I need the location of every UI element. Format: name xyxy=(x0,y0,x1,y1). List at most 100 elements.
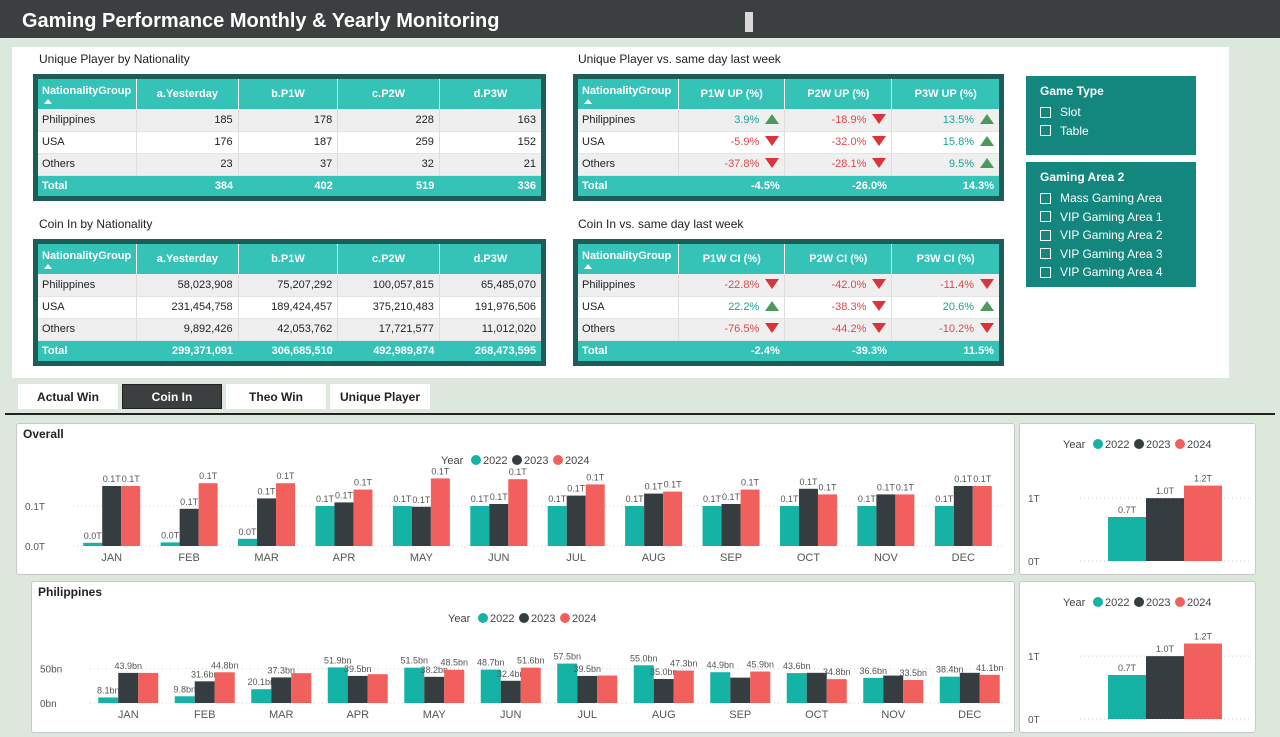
bar-2022[interactable] xyxy=(98,697,119,703)
bar-2023[interactable] xyxy=(1146,498,1184,561)
bar-2024[interactable] xyxy=(291,673,312,703)
bar-2023[interactable] xyxy=(118,672,139,703)
bar-2022[interactable] xyxy=(625,506,645,546)
column-header[interactable]: d.P3W xyxy=(439,79,541,109)
slicer-option[interactable]: VIP Gaming Area 4 xyxy=(1040,263,1182,282)
bar-2024[interactable] xyxy=(353,489,373,546)
bar-2024[interactable] xyxy=(276,483,296,546)
bar-2024[interactable] xyxy=(520,667,541,703)
bar-2023[interactable] xyxy=(102,486,122,546)
bar-2023[interactable] xyxy=(959,672,980,703)
column-header[interactable]: P1W CI (%) xyxy=(678,244,786,274)
bar-2022[interactable] xyxy=(786,673,807,703)
bar-2024[interactable] xyxy=(1184,485,1222,561)
bar-2022[interactable] xyxy=(1108,675,1146,719)
bar-2023[interactable] xyxy=(334,502,354,546)
column-header[interactable]: c.P2W xyxy=(337,79,440,109)
bar-2023[interactable] xyxy=(500,680,521,703)
bar-2024[interactable] xyxy=(367,674,388,703)
bar-2022[interactable] xyxy=(83,542,103,546)
bar-2022[interactable] xyxy=(160,542,180,546)
slicer-option[interactable]: VIP Gaming Area 2 xyxy=(1040,226,1182,245)
bar-2022[interactable] xyxy=(863,677,884,703)
bar-2023[interactable] xyxy=(653,679,674,703)
bar-2023[interactable] xyxy=(271,677,292,703)
bar-2023[interactable] xyxy=(1146,656,1184,719)
bar-2023[interactable] xyxy=(577,675,598,703)
bar-2023[interactable] xyxy=(566,495,586,546)
bar-2023[interactable] xyxy=(257,498,277,546)
column-header[interactable]: b.P1W xyxy=(238,79,339,109)
column-header[interactable]: c.P2W xyxy=(337,244,440,274)
tab-unique-player[interactable]: Unique Player xyxy=(330,384,430,409)
column-header[interactable]: NationalityGroup xyxy=(578,79,680,109)
bar-2022[interactable] xyxy=(251,689,272,703)
checkbox[interactable] xyxy=(1040,229,1051,241)
bar-2023[interactable] xyxy=(953,486,973,546)
bar-2024[interactable] xyxy=(121,486,141,546)
bar-2022[interactable] xyxy=(939,676,960,703)
slicer-option[interactable]: Mass Gaming Area xyxy=(1040,189,1182,208)
bar-2024[interactable] xyxy=(214,672,235,703)
bar-2024[interactable] xyxy=(750,671,771,703)
bar-2023[interactable] xyxy=(721,504,741,546)
slicer-option[interactable]: VIP Gaming Area 1 xyxy=(1040,208,1182,227)
bar-2024[interactable] xyxy=(597,675,618,703)
bar-2022[interactable] xyxy=(174,696,195,703)
bar-2022[interactable] xyxy=(1108,517,1146,561)
column-header[interactable]: P2W CI (%) xyxy=(784,244,893,274)
bar-2023[interactable] xyxy=(644,493,664,546)
bar-2023[interactable] xyxy=(730,677,751,703)
bar-2024[interactable] xyxy=(663,491,683,546)
column-header[interactable]: P3W UP (%) xyxy=(891,79,999,109)
column-header[interactable]: NationalityGroup xyxy=(38,244,138,274)
bar-2022[interactable] xyxy=(702,506,722,546)
bar-2023[interactable] xyxy=(798,488,818,546)
bar-2022[interactable] xyxy=(470,506,490,546)
slicer-option[interactable]: Slot xyxy=(1040,103,1182,122)
checkbox[interactable] xyxy=(1040,192,1051,204)
checkbox[interactable] xyxy=(1040,248,1051,260)
bar-2023[interactable] xyxy=(806,672,827,703)
bar-2023[interactable] xyxy=(194,681,215,703)
bar-2024[interactable] xyxy=(138,672,159,703)
checkbox[interactable] xyxy=(1040,106,1051,118)
column-header[interactable]: b.P1W xyxy=(238,244,339,274)
column-header[interactable]: a.Yesterday xyxy=(136,244,239,274)
bar-2024[interactable] xyxy=(585,484,605,546)
column-header[interactable]: a.Yesterday xyxy=(136,79,239,109)
column-header[interactable]: NationalityGroup xyxy=(38,79,138,109)
checkbox[interactable] xyxy=(1040,125,1051,137)
bar-2022[interactable] xyxy=(392,506,412,546)
column-header[interactable]: P3W CI (%) xyxy=(891,244,999,274)
bar-2024[interactable] xyxy=(979,674,1000,703)
bar-2024[interactable] xyxy=(972,486,992,546)
bar-2022[interactable] xyxy=(779,506,799,546)
bar-2024[interactable] xyxy=(444,669,465,703)
column-header[interactable]: d.P3W xyxy=(439,244,541,274)
bar-2024[interactable] xyxy=(740,489,760,546)
bar-2022[interactable] xyxy=(710,672,731,703)
bar-2024[interactable] xyxy=(895,494,915,546)
slicer-option[interactable]: Table xyxy=(1040,122,1182,141)
bar-2024[interactable] xyxy=(903,680,924,703)
bar-2024[interactable] xyxy=(817,494,837,546)
bar-2024[interactable] xyxy=(508,479,528,546)
bar-2024[interactable] xyxy=(198,483,218,546)
checkbox[interactable] xyxy=(1040,211,1051,223)
bar-2023[interactable] xyxy=(347,675,368,703)
column-header[interactable]: P1W UP (%) xyxy=(678,79,786,109)
bar-2022[interactable] xyxy=(857,506,877,546)
bar-2022[interactable] xyxy=(934,506,954,546)
tab-coin-in[interactable]: Coin In xyxy=(122,384,222,409)
column-header[interactable]: P2W UP (%) xyxy=(784,79,893,109)
tab-actual-win[interactable]: Actual Win xyxy=(18,384,118,409)
bar-2024[interactable] xyxy=(826,679,847,703)
tab-theo-win[interactable]: Theo Win xyxy=(226,384,326,409)
bar-2024[interactable] xyxy=(673,670,694,703)
bar-2023[interactable] xyxy=(179,508,199,546)
bar-2023[interactable] xyxy=(489,504,509,546)
bar-2023[interactable] xyxy=(876,494,896,546)
bar-2023[interactable] xyxy=(411,506,431,546)
bar-2022[interactable] xyxy=(315,506,335,546)
